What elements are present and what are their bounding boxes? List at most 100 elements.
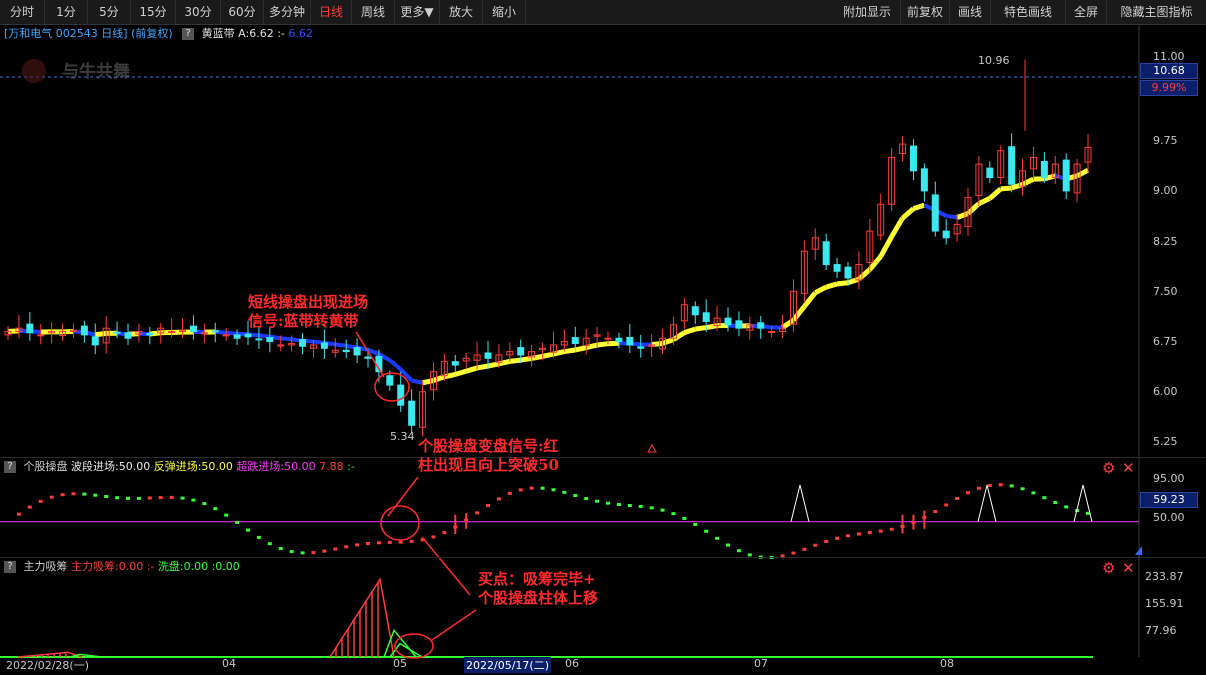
candle-body	[953, 223, 961, 235]
band-segment	[1043, 173, 1056, 182]
period-tab-5min[interactable]: 5分	[88, 0, 131, 24]
settings-gear-icon[interactable]: ⚙	[1102, 559, 1115, 577]
osc-dot	[813, 543, 818, 547]
annotation-arrow-3	[421, 536, 471, 596]
band-segment	[487, 361, 500, 369]
osc-dot	[922, 516, 927, 520]
band-segment	[542, 351, 554, 359]
osc-dot	[169, 495, 174, 499]
band-segment	[476, 363, 489, 371]
period-tab-30min[interactable]: 30分	[176, 0, 221, 24]
candle-body	[942, 230, 950, 239]
panel-divider[interactable]	[0, 557, 1206, 558]
candle-body	[80, 325, 88, 336]
osc-dot	[1020, 487, 1025, 491]
close-icon[interactable]: ✕	[1122, 459, 1135, 477]
panel3-name[interactable]: 主力吸筹	[24, 560, 68, 573]
panel-divider[interactable]	[0, 457, 1206, 458]
osc-dot	[235, 520, 240, 524]
panel2-name[interactable]: 个股操盘	[24, 460, 68, 473]
candle-body	[800, 250, 808, 294]
forward-adjust-button[interactable]: 前复权	[901, 0, 950, 24]
osc-dot	[1042, 496, 1047, 500]
candle-body	[855, 264, 863, 281]
band-segment	[509, 357, 522, 364]
panel2-title: ? 个股操盘 波段进场:50.00 反弹进场:50.00 超跌进场:50.00 …	[4, 459, 355, 475]
help-icon[interactable]: ?	[182, 28, 195, 40]
fullscreen-button[interactable]: 全屏	[1066, 0, 1107, 24]
candle-body	[146, 333, 154, 336]
band-segment	[324, 340, 336, 347]
candle-body	[746, 324, 754, 331]
osc-dot	[747, 553, 752, 557]
candle-body	[757, 322, 765, 329]
osc-dot	[889, 527, 894, 531]
candle-body	[899, 143, 907, 154]
candle-body	[299, 339, 307, 347]
panel3-line1: 主力吸筹:0.00	[71, 560, 144, 573]
osc-dot	[344, 545, 349, 549]
stock-title[interactable]: [万和电气 002543 日线] (前复权)	[4, 27, 173, 40]
period-tab-timeshare[interactable]: 分时	[0, 0, 45, 24]
candle-body	[26, 323, 34, 334]
osc-dot	[1031, 491, 1036, 495]
period-tab-60min[interactable]: 60分	[221, 0, 264, 24]
period-tab-daily[interactable]: 日线	[311, 0, 352, 24]
signal-triangle	[647, 443, 657, 453]
osc-dot	[82, 492, 87, 496]
indicator-name[interactable]: 黄蓝带	[202, 27, 235, 40]
zoom-in-button[interactable]: 放大	[440, 0, 483, 24]
osc-dot	[442, 531, 447, 535]
band-segment	[454, 368, 467, 377]
candle-body	[560, 341, 568, 346]
candle-body	[888, 156, 896, 205]
ytick-panel3: 233.87	[1145, 570, 1184, 583]
close-icon[interactable]: ✕	[1122, 559, 1135, 577]
date-cursor-label: 2022/05/17(二)	[464, 657, 551, 673]
band-segment	[878, 235, 894, 258]
osc-dot	[136, 496, 141, 500]
candle-body	[1040, 160, 1048, 179]
period-tab-15min[interactable]: 15分	[131, 0, 176, 24]
candle-body	[735, 320, 743, 329]
date-label: 05	[393, 657, 407, 670]
zoom-out-button[interactable]: 缩小	[483, 0, 526, 24]
help-icon[interactable]: ?	[4, 561, 16, 573]
candle-body	[691, 306, 699, 316]
osc-dot	[300, 551, 305, 555]
band-segment	[672, 330, 686, 342]
annotation-2: 个股操盘变盘信号:红 柱出现且向上突破50	[418, 437, 559, 475]
more-dropdown[interactable]: 更多▼	[395, 0, 440, 24]
osc-dot	[627, 503, 632, 507]
osc-dot	[976, 486, 981, 490]
osc-dot	[507, 492, 512, 496]
candle-body	[135, 331, 143, 335]
candle-body	[909, 145, 917, 172]
osc-dot	[1086, 511, 1090, 515]
band-segment	[977, 196, 991, 206]
candle-body	[397, 384, 405, 406]
candle-body	[277, 344, 285, 347]
band-segment	[7, 328, 20, 335]
candle-body	[473, 354, 481, 361]
candle-body	[702, 312, 710, 322]
band-segment	[661, 337, 675, 346]
candle-body	[659, 337, 667, 350]
band-segment	[836, 280, 849, 287]
draw-line-button[interactable]: 画线	[950, 0, 991, 24]
osc-dot	[595, 499, 600, 503]
candle-body	[680, 304, 688, 322]
special-draw-button[interactable]: 特色画线	[991, 0, 1066, 24]
candle-body	[462, 357, 470, 362]
annotation-circle-3	[394, 633, 434, 659]
candle-body	[604, 337, 612, 340]
candle-body	[779, 327, 787, 333]
period-tab-multimin[interactable]: 多分钟	[264, 0, 311, 24]
period-tab-weekly[interactable]: 周线	[352, 0, 395, 24]
hide-main-indicator-button[interactable]: 隐藏主图指标	[1107, 0, 1206, 24]
settings-gear-icon[interactable]: ⚙	[1102, 459, 1115, 477]
candle-body	[37, 334, 45, 337]
period-tab-1min[interactable]: 1分	[45, 0, 88, 24]
extra-display-button[interactable]: 附加显示	[834, 0, 901, 24]
help-icon[interactable]: ?	[4, 461, 16, 473]
